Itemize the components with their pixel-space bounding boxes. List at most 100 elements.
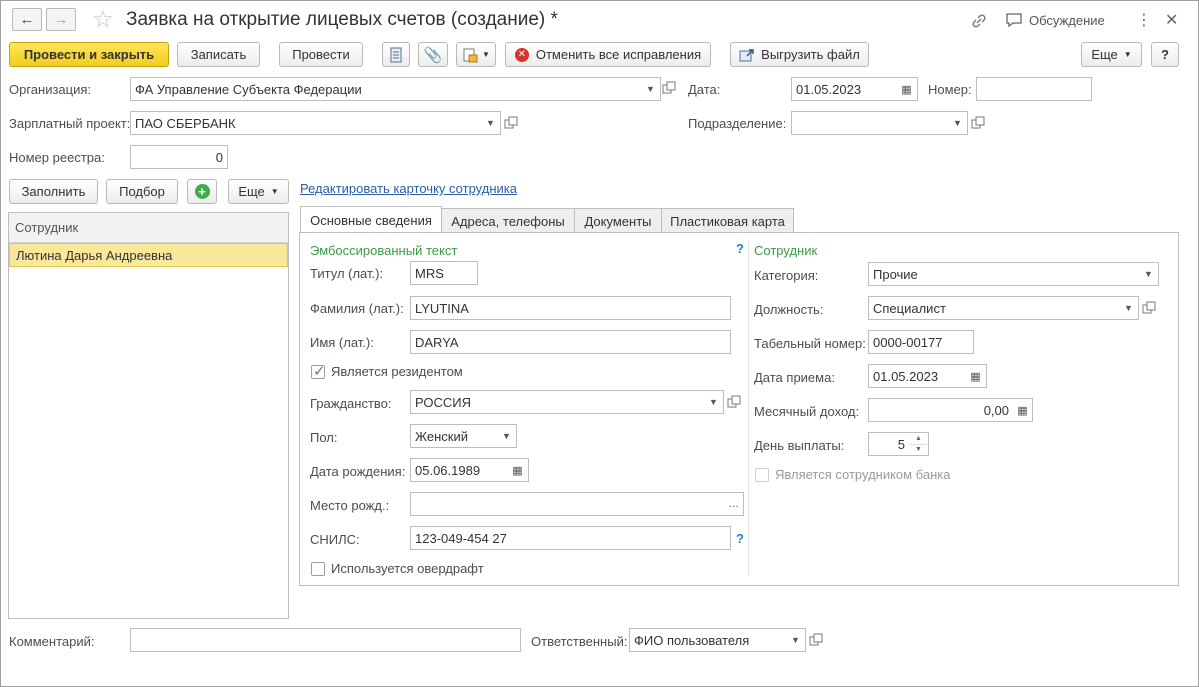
add-row-button[interactable]: + <box>187 179 217 204</box>
organization-open-icon[interactable] <box>662 81 676 98</box>
responsible-dropdown-button[interactable]: ▼ <box>786 628 806 652</box>
gender-label: Пол: <box>310 430 338 445</box>
surname-lat-label: Фамилия (лат.): <box>310 301 404 316</box>
number-label: Номер: <box>928 82 972 97</box>
discussion-button[interactable]: Обсуждение <box>1005 12 1105 28</box>
monthly-income-field[interactable]: 0,00 <box>868 398 1014 422</box>
more-vertical-icon[interactable]: ⋮ <box>1136 10 1152 30</box>
salary-project-dropdown-button[interactable]: ▼ <box>481 111 501 135</box>
birth-place-select-button[interactable]: … <box>724 492 744 516</box>
calculator-button[interactable]: ▦ <box>1013 398 1033 422</box>
position-dropdown-button[interactable]: ▼ <box>1119 296 1139 320</box>
comment-label: Комментарий: <box>9 634 95 649</box>
division-field[interactable] <box>791 111 949 135</box>
title-lat-field[interactable]: MRS <box>410 261 478 285</box>
checkbox-unchecked-icon <box>755 467 769 482</box>
dropdown-arrow-icon: ▼ <box>482 50 490 59</box>
salary-project-field[interactable]: ПАО СБЕРБАНК <box>130 111 482 135</box>
citizenship-dropdown-button[interactable]: ▼ <box>704 390 724 414</box>
edit-employee-card-link[interactable]: Редактировать карточку сотрудника <box>300 181 517 196</box>
salary-project-open-icon[interactable] <box>504 116 518 133</box>
responsible-open-icon[interactable] <box>809 633 823 650</box>
gender-dropdown-button[interactable]: ▼ <box>497 424 517 448</box>
birth-place-field[interactable] <box>410 492 725 516</box>
dropdown-arrow-icon: ▼ <box>1123 50 1132 59</box>
back-button[interactable]: ← <box>12 8 42 31</box>
tab-number-label: Табельный номер: <box>754 336 866 351</box>
list-more-button[interactable]: Еще ▼ <box>228 179 289 204</box>
document-list-button[interactable] <box>382 42 410 67</box>
name-lat-label: Имя (лат.): <box>310 335 374 350</box>
name-lat-field[interactable]: DARYA <box>410 330 731 354</box>
create-based-on-button[interactable]: ▼ <box>456 42 496 67</box>
position-open-icon[interactable] <box>1142 301 1156 318</box>
table-row[interactable]: Лютина Дарья Андреевна <box>9 243 288 267</box>
tab-number-field[interactable]: 0000-00177 <box>868 330 974 354</box>
category-dropdown-button[interactable]: ▼ <box>1139 262 1159 286</box>
calendar-icon: ▦ <box>970 370 981 383</box>
calendar-button[interactable]: ▦ <box>896 77 918 101</box>
monthly-income-label: Месячный доход: <box>754 404 860 419</box>
attach-button[interactable]: 📎 <box>418 42 448 67</box>
save-button[interactable]: Записать <box>177 42 260 67</box>
surname-lat-field[interactable]: LYUTINA <box>410 296 731 320</box>
tab-basic-info[interactable]: Основные сведения <box>300 206 442 233</box>
birth-date-field[interactable]: 05.06.1989 <box>410 458 508 482</box>
bank-employee-checkbox[interactable]: Является сотрудником банка <box>755 467 950 482</box>
embossed-help-icon[interactable]: ? <box>736 241 744 256</box>
discussion-label: Обсуждение <box>1029 12 1105 28</box>
fill-button[interactable]: Заполнить <box>9 179 98 204</box>
gender-field[interactable]: Женский <box>410 424 498 448</box>
create-document-icon <box>463 48 478 62</box>
registry-number-label: Номер реестра: <box>9 150 105 165</box>
snils-help-icon[interactable]: ? <box>736 531 744 546</box>
responsible-field[interactable]: ФИО пользователя <box>629 628 787 652</box>
organization-label: Организация: <box>9 82 92 97</box>
birth-date-calendar-button[interactable]: ▦ <box>507 458 529 482</box>
hire-date-field[interactable]: 01.05.2023 <box>868 364 966 388</box>
calculator-icon: ▦ <box>1017 404 1028 417</box>
citizenship-field[interactable]: РОССИЯ <box>410 390 705 414</box>
division-dropdown-button[interactable]: ▼ <box>948 111 968 135</box>
division-open-icon[interactable] <box>971 116 985 133</box>
chevron-down-icon[interactable]: ▼ <box>909 445 928 456</box>
payday-field[interactable]: 5 <box>868 432 910 456</box>
link-icon[interactable] <box>970 12 988 33</box>
tab-documents[interactable]: Документы <box>574 208 662 233</box>
favorite-star-icon[interactable]: ☆ <box>92 5 114 34</box>
tab-plastic-card[interactable]: Пластиковая карта <box>661 208 794 233</box>
tab-addresses-phones[interactable]: Адреса, телефоны <box>441 208 575 233</box>
resident-checkbox[interactable]: ✓ Является резидентом <box>311 363 463 380</box>
organization-dropdown-button[interactable]: ▼ <box>641 77 661 101</box>
dropdown-arrow-icon: ▼ <box>270 187 279 196</box>
select-button[interactable]: Подбор <box>106 179 178 204</box>
help-button[interactable]: ? <box>1151 42 1179 67</box>
organization-field[interactable]: ФА Управление Субъекта Федерации <box>130 77 642 101</box>
citizenship-open-icon[interactable] <box>727 395 741 412</box>
date-field[interactable]: 01.05.2023 <box>791 77 897 101</box>
number-field[interactable] <box>976 77 1092 101</box>
payday-stepper[interactable]: ▲ ▼ <box>909 432 929 456</box>
snils-field[interactable]: 123-049-454 27 <box>410 526 731 550</box>
cancel-corrections-button[interactable]: ✕ Отменить все исправления <box>505 42 711 67</box>
ellipsis-icon: … <box>728 498 739 510</box>
post-button[interactable]: Провести <box>279 42 363 67</box>
paperclip-icon: 📎 <box>423 46 443 64</box>
bank-employee-label: Является сотрудником банка <box>775 467 951 482</box>
registry-number-field[interactable]: 0 <box>130 145 228 169</box>
hire-date-calendar-button[interactable]: ▦ <box>965 364 987 388</box>
resident-label: Является резидентом <box>331 364 463 379</box>
close-icon[interactable]: ✕ <box>1165 10 1178 30</box>
export-file-button[interactable]: Выгрузить файл <box>730 42 869 67</box>
post-and-close-button[interactable]: Провести и закрыть <box>9 42 169 67</box>
employee-column-header[interactable]: Сотрудник <box>9 213 288 243</box>
forward-button[interactable]: → <box>46 8 76 31</box>
more-actions-button[interactable]: Еще ▼ <box>1081 42 1142 67</box>
overdraft-checkbox[interactable]: Используется овердрафт <box>311 561 484 576</box>
category-field[interactable]: Прочие <box>868 262 1140 286</box>
calendar-icon: ▦ <box>901 83 912 96</box>
position-field[interactable]: Специалист <box>868 296 1120 320</box>
chevron-up-icon[interactable]: ▲ <box>909 433 928 445</box>
salary-project-label: Зарплатный проект: <box>9 116 131 131</box>
comment-field[interactable] <box>130 628 521 652</box>
